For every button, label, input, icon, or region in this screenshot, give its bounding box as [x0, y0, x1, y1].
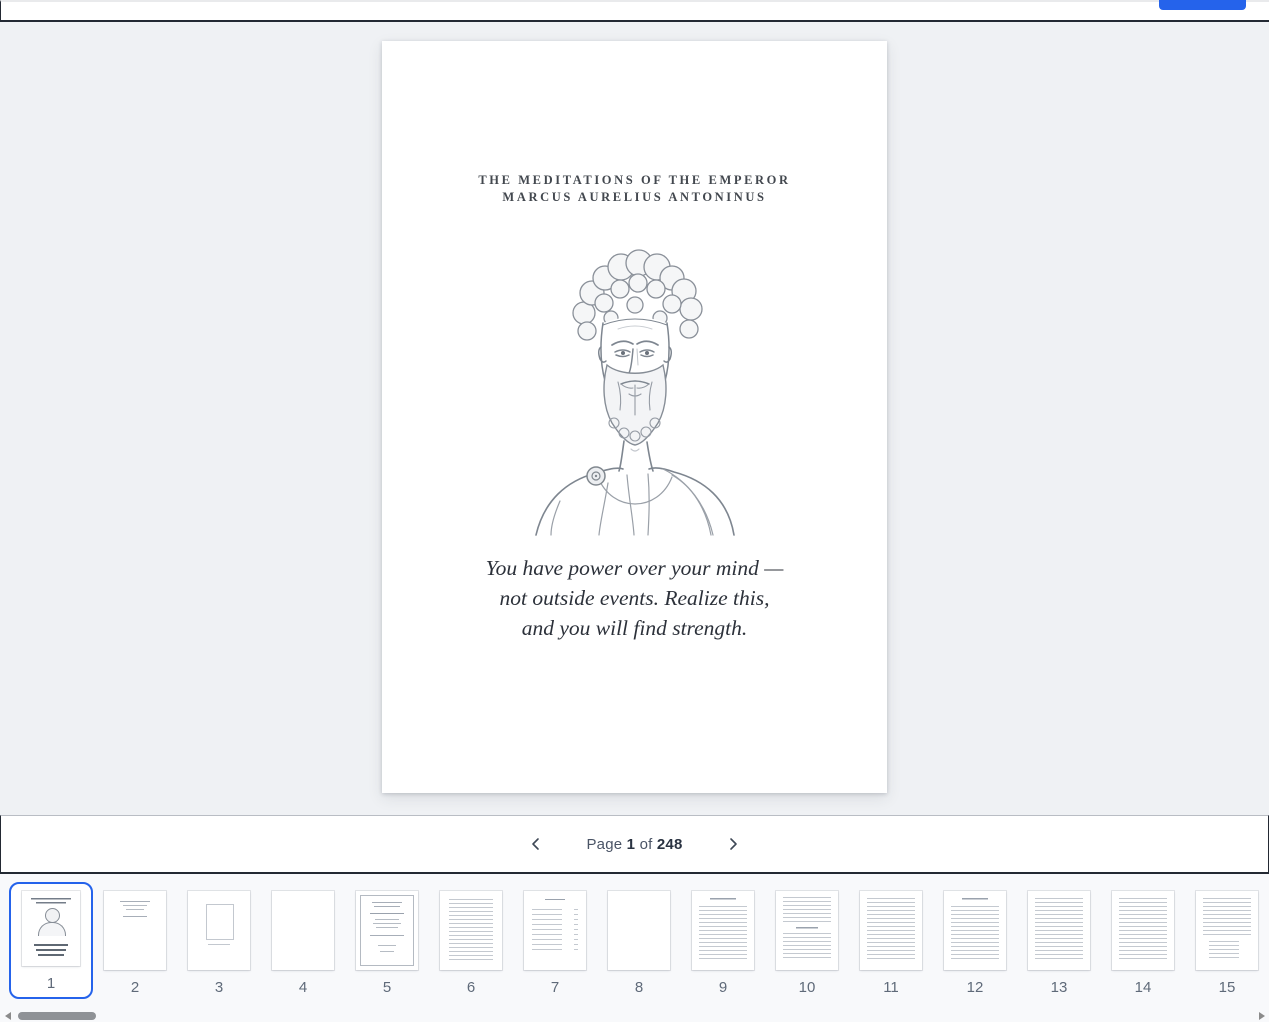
book-title-line1: THE MEDITATIONS OF THE EMPEROR	[478, 172, 790, 189]
thumbnail-page-number: 13	[1051, 979, 1068, 997]
thumbnail-page-preview	[1112, 891, 1174, 970]
thumbnail-page-number: 1	[47, 975, 55, 993]
quote-line1: You have power over your mind —	[486, 553, 784, 583]
book-quote: You have power over your mind — not outs…	[486, 553, 784, 643]
current-page-number: 1	[627, 836, 636, 853]
thumbnail-page-preview	[22, 891, 80, 966]
thumbnail-page-preview	[104, 891, 166, 970]
thumbnail-scrollbar[interactable]	[0, 1010, 1269, 1022]
thumbnail-item-10[interactable]: 10	[765, 882, 849, 1003]
thumbnail-page-preview	[524, 891, 586, 970]
thumbnail-list: 123456789101112131415	[0, 874, 1269, 1003]
thumbnail-item-3[interactable]: 3	[177, 882, 261, 1003]
thumbnail-item-14[interactable]: 14	[1101, 882, 1185, 1003]
thumbnail-item-5[interactable]: 5	[345, 882, 429, 1003]
thumbnail-page-preview	[1196, 891, 1258, 970]
thumbnail-item-7[interactable]: 7	[513, 882, 597, 1003]
document-page: THE MEDITATIONS OF THE EMPEROR MARCUS AU…	[382, 41, 887, 793]
page-indicator: Page 1 of 248	[586, 836, 682, 853]
book-title: THE MEDITATIONS OF THE EMPEROR MARCUS AU…	[478, 172, 790, 206]
top-toolbar	[0, 0, 1269, 22]
scroll-left-arrow-icon[interactable]	[5, 1012, 11, 1020]
thumbnail-page-number: 2	[131, 979, 139, 997]
total-page-count: 248	[657, 836, 683, 853]
thumbnail-page-number: 9	[719, 979, 727, 997]
thumbnail-item-9[interactable]: 9	[681, 882, 765, 1003]
thumbnail-item-1[interactable]: 1	[9, 882, 93, 999]
thumbnail-page-number: 8	[635, 979, 643, 997]
page-word: Page	[586, 836, 622, 853]
thumbnail-page-preview	[1028, 891, 1090, 970]
thumbnail-page-number: 15	[1219, 979, 1236, 997]
thumbnail-page-preview	[860, 891, 922, 970]
chevron-right-icon	[726, 837, 740, 851]
marcus-aurelius-portrait-illustration	[500, 217, 770, 539]
viewer-canvas[interactable]: THE MEDITATIONS OF THE EMPEROR MARCUS AU…	[0, 22, 1269, 815]
thumbnail-page-preview	[692, 891, 754, 970]
thumbnail-item-8[interactable]: 8	[597, 882, 681, 1003]
thumbnail-page-number: 14	[1135, 979, 1152, 997]
thumbnail-item-11[interactable]: 11	[849, 882, 933, 1003]
thumbnail-page-number: 10	[799, 979, 816, 997]
thumbnail-item-2[interactable]: 2	[93, 882, 177, 1003]
thumbnail-page-preview	[272, 891, 334, 970]
thumbnail-item-15[interactable]: 15	[1185, 882, 1269, 1003]
scroll-right-arrow-icon[interactable]	[1259, 1012, 1265, 1020]
scrollbar-thumb[interactable]	[18, 1012, 96, 1020]
pagination-bar: Page 1 of 248	[0, 815, 1269, 874]
thumbnail-page-number: 5	[383, 979, 391, 997]
next-page-button[interactable]	[721, 832, 745, 856]
quote-line3: and you will find strength.	[486, 613, 784, 643]
thumbnail-page-number: 3	[215, 979, 223, 997]
thumbnail-page-number: 12	[967, 979, 984, 997]
chevron-left-icon	[529, 837, 543, 851]
quote-line2: not outside events. Realize this,	[486, 583, 784, 613]
document-viewer-app: THE MEDITATIONS OF THE EMPEROR MARCUS AU…	[0, 0, 1269, 1022]
thumbnail-item-12[interactable]: 12	[933, 882, 1017, 1003]
thumbnail-page-preview	[608, 891, 670, 970]
thumbnail-page-number: 4	[299, 979, 307, 997]
thumbnail-page-number: 6	[467, 979, 475, 997]
previous-page-button[interactable]	[524, 832, 548, 856]
thumbnail-page-preview	[944, 891, 1006, 970]
book-title-line2: MARCUS AURELIUS ANTONINUS	[478, 189, 790, 206]
thumbnail-page-preview	[356, 891, 418, 970]
toolbar-primary-button[interactable]	[1159, 0, 1246, 10]
thumbnail-page-number: 7	[551, 979, 559, 997]
thumbnail-page-preview	[776, 891, 838, 970]
thumbnail-item-13[interactable]: 13	[1017, 882, 1101, 1003]
thumbnail-strip: 123456789101112131415	[0, 874, 1269, 1022]
thumbnail-page-number: 11	[883, 979, 899, 997]
thumbnail-page-preview	[440, 891, 502, 970]
thumbnail-item-4[interactable]: 4	[261, 882, 345, 1003]
thumbnail-item-6[interactable]: 6	[429, 882, 513, 1003]
thumbnail-page-preview	[188, 891, 250, 970]
of-word: of	[640, 836, 653, 853]
